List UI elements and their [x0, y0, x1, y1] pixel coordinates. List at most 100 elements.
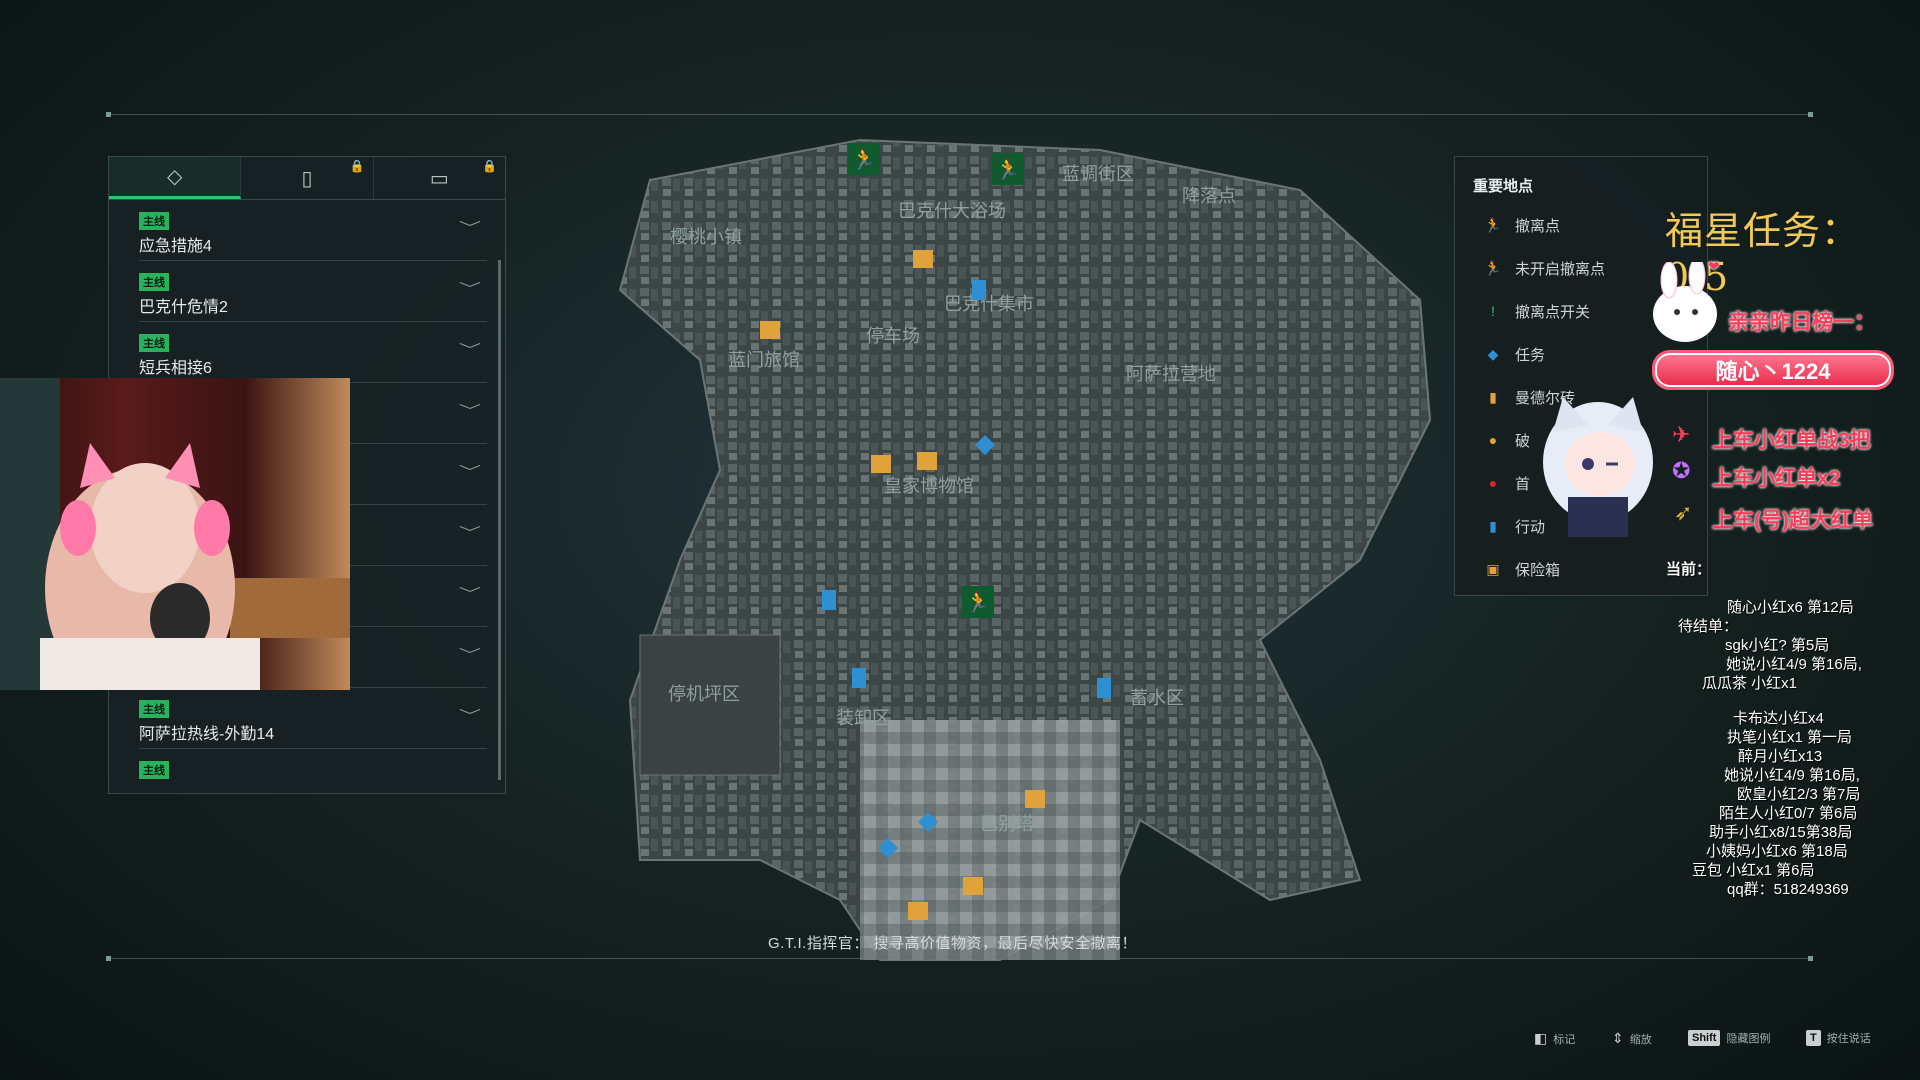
safe-icon — [913, 250, 933, 268]
action-icon — [822, 590, 836, 610]
queue-order: 执笔小红x1 第一局 — [1727, 729, 1853, 746]
map-location-label: 蓄水区 — [1130, 688, 1184, 708]
quest-name: 阿萨拉热线-外勤14 — [139, 726, 275, 743]
queue-order: 欧皇小红2/3 第7局 — [1737, 786, 1861, 803]
diamond-exclamation-icon: ◇ — [166, 166, 183, 188]
legend-item[interactable]: ● 首 — [1483, 471, 1530, 495]
card-icon: ▯ — [301, 167, 313, 190]
key-cap: T — [1806, 1030, 1821, 1046]
action-icon: ▮ — [1489, 517, 1497, 534]
map-location-label: 装卸区 — [836, 708, 890, 728]
action-icon — [972, 280, 986, 300]
tab-calendar[interactable]: ▭ 🔒 — [374, 157, 505, 199]
legend-item[interactable]: 🏃 撤离点 — [1483, 213, 1560, 237]
queue-order: 小姨妈小红x6 第18局 — [1706, 843, 1848, 860]
tab-cards[interactable]: ▯ 🔒 — [241, 157, 374, 199]
control-hint: ◧ 标记 — [1534, 1030, 1575, 1047]
anime-avatar-sticker — [1543, 397, 1653, 537]
lock-icon: 🔒 — [482, 159, 497, 173]
svg-text:🏃: 🏃 — [966, 590, 991, 614]
chevron-down-icon: ﹀ — [458, 525, 482, 541]
hint-label: 隐藏图例 — [1726, 1033, 1771, 1045]
legend-label: 保险箱 — [1515, 561, 1561, 579]
chevron-down-icon: ﹀ — [458, 281, 482, 297]
quest-type-badge: 主线 — [139, 212, 169, 230]
calendar-icon: ▭ — [429, 167, 449, 190]
legend-label: 未开启撤离点 — [1515, 260, 1606, 278]
ranking-title: 亲亲昨日榜一： — [1728, 311, 1875, 334]
map-location-label: 蓝门旅馆 — [728, 350, 800, 370]
legend-item[interactable]: ◆ 任务 — [1483, 342, 1545, 366]
queue-order: 陌生人小红0/7 第6局 — [1719, 805, 1858, 822]
scroll-icon: ⇕ — [1612, 1030, 1624, 1046]
control-hint: ⇕ 缩放 — [1612, 1030, 1652, 1047]
map-location-label: 巴克什大浴场 — [898, 201, 1006, 221]
quest-item[interactable]: 主线阿萨拉热线-外勤14 ﹀ — [139, 688, 487, 749]
map-location-label: 樱桃小镇 — [670, 227, 742, 247]
map-location-label: 降落点 — [1182, 186, 1236, 206]
current-label: 当前： — [1666, 561, 1712, 578]
mission-icon: ◆ — [1487, 345, 1499, 362]
queue-order: qq群：518249369 — [1727, 881, 1849, 898]
pending-label: 待结单： — [1678, 618, 1739, 635]
quest-name: 应急措施4 — [139, 238, 212, 255]
quest-item[interactable]: 主线应急措施4 ﹀ — [139, 200, 487, 261]
quest-type-badge: 主线 — [139, 700, 169, 718]
queue-order: 助手小红x8/15第38局 — [1709, 824, 1853, 841]
mandel-brick-icon: ▮ — [1489, 388, 1497, 405]
legend-label: 任务 — [1515, 346, 1546, 364]
map-location-label: 停机坪区 — [668, 684, 740, 704]
map-location-label: 皇家博物馆 — [884, 476, 974, 496]
chevron-down-icon: ﹀ — [458, 342, 482, 358]
medal-icon: ✪ — [1672, 458, 1691, 483]
quest-item[interactable]: 主线 — [139, 749, 487, 790]
action-icon — [852, 668, 866, 688]
map-location-label: 蓝调街区 — [1062, 164, 1134, 184]
chevron-down-icon: ﹀ — [458, 403, 482, 419]
quest-type-badge: 主线 — [139, 761, 169, 779]
exit-running-icon: 🏃 — [962, 586, 994, 618]
webcam-image — [0, 378, 350, 690]
safe-icon: ▣ — [1486, 560, 1500, 577]
tab-missions[interactable]: ◇ — [109, 157, 242, 199]
pending-order: 瓜瓜茶 小红x1 — [1702, 675, 1798, 692]
chevron-down-icon: ﹀ — [458, 708, 482, 724]
heart-icon: ❤ — [1708, 258, 1720, 274]
control-hint: Shift 隐藏图例 — [1688, 1030, 1770, 1046]
safe-icon — [760, 321, 780, 339]
queue-order: 卡布达小红x4 — [1733, 710, 1824, 727]
quest-name: 巴克什危情2 — [139, 299, 228, 316]
chevron-down-icon: ﹀ — [458, 220, 482, 236]
quest-type-badge: 主线 — [139, 334, 169, 352]
exit-running-icon: 🏃 — [848, 143, 880, 175]
chevron-down-icon: ﹀ — [458, 464, 482, 480]
map-location-label: 巴克什集市 — [944, 294, 1034, 314]
exit-running-icon: 🏃 — [992, 153, 1024, 185]
safe-icon — [963, 877, 983, 895]
map-location-label: 停车场 — [866, 326, 920, 346]
jet-icon: ✈ — [1672, 422, 1691, 447]
legend-label: 撤离点 — [1515, 217, 1561, 235]
commander-message: G.T.I.指挥官： 搜寻高价值物资，最后尽快安全撤离！ — [768, 935, 1138, 952]
legend-item[interactable]: ! 撤离点开关 — [1483, 299, 1590, 323]
overlay-line: 上车小红单x2 — [1712, 467, 1841, 490]
quest-tabs: ◇ ▯ 🔒 ▭ 🔒 — [109, 157, 505, 200]
safe-icon — [871, 455, 891, 473]
svg-text:🏃: 🏃 — [996, 157, 1021, 181]
quest-item[interactable]: 主线短兵相接6 ﹀ — [139, 322, 487, 383]
hint-label: 缩放 — [1629, 1033, 1652, 1046]
pixelated-tower-area — [860, 720, 1120, 960]
legend-item[interactable]: ▣ 保险箱 — [1483, 557, 1560, 581]
overlay-line: 上车(号)超大红单 — [1712, 509, 1873, 532]
legend-item[interactable]: ● 破 — [1483, 428, 1530, 452]
control-hint: T 按住说话 — [1806, 1030, 1871, 1046]
hint-label: 按住说话 — [1826, 1033, 1871, 1045]
overlay-line: 上车小红单战3把 — [1712, 429, 1871, 452]
quest-item[interactable]: 主线 巴克什危情2 ﹀ — [139, 261, 487, 322]
legend-item[interactable]: 🏃 未开启撤离点 — [1483, 256, 1605, 280]
quest-name: 短兵相接6 — [139, 360, 212, 377]
safe-icon — [1025, 790, 1045, 808]
scrollbar[interactable] — [498, 260, 501, 780]
hint-label: 标记 — [1553, 1033, 1576, 1046]
action-icon — [1097, 678, 1111, 698]
